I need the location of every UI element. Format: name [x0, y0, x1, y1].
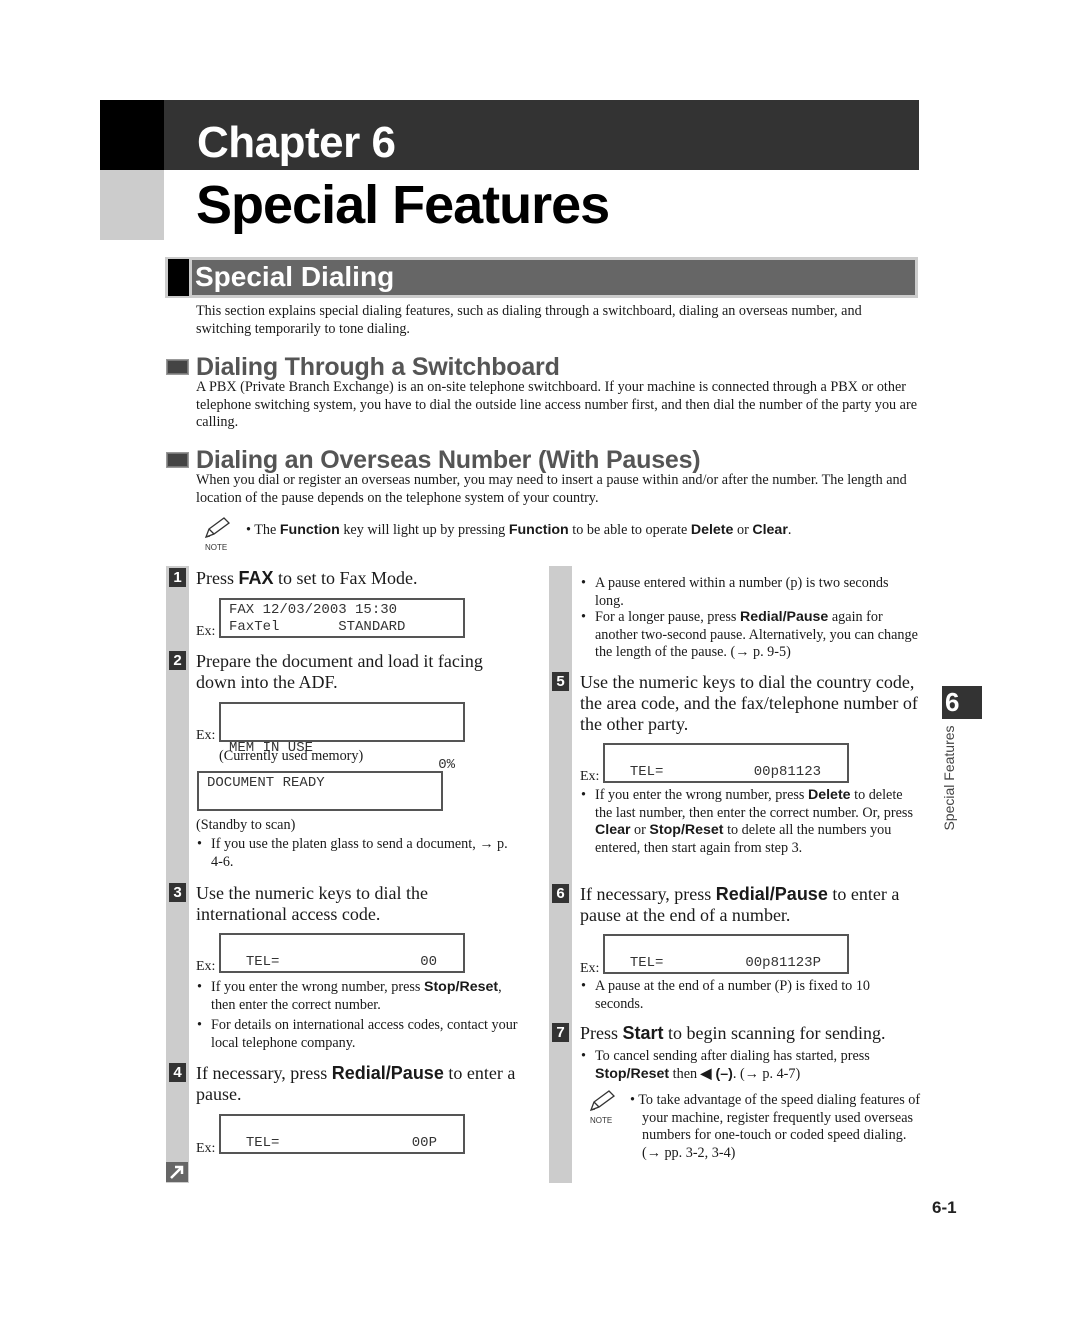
step-4-text: If necessary, press Redial/Pause to ente… [196, 1063, 516, 1104]
memory-caption: (Currently used memory) [219, 748, 364, 764]
section-intro: This section explains special dialing fe… [196, 303, 862, 337]
step-number: 6 [552, 884, 569, 903]
section-bar-marker [168, 259, 189, 296]
step-4-bullet: A pause entered within a number (p) is t… [581, 575, 915, 610]
steps-right-column-bar [549, 566, 572, 1183]
lcd-display: DOCUMENT READY [197, 771, 443, 811]
chapter-header-block [100, 100, 164, 170]
ex-label: Ex: [580, 961, 600, 976]
ex-label: Ex: [196, 728, 216, 743]
lcd-display: FAX 12/03/2003 15:30 FaxTel STANDARD [219, 598, 465, 638]
step-2-bullet: If you use the platen glass to send a do… [197, 836, 521, 871]
step-number: 4 [169, 1063, 186, 1082]
chapter-title: Special Features [196, 175, 610, 235]
step-5-bullet: If you enter the wrong number, press Del… [581, 787, 920, 857]
step-7-bullet: To cancel sending after dialing has star… [581, 1048, 915, 1083]
step-4-bullet: For a longer pause, press Redial/Pause a… [581, 609, 920, 662]
subheading-square-icon [166, 452, 189, 468]
switchboard-body: A PBX (Private Branch Exchange) is an on… [196, 379, 917, 430]
step-3-bullet: If you enter the wrong number, press Sto… [197, 979, 521, 1014]
step-3-bullet: For details on international access code… [197, 1017, 526, 1052]
chapter-title-block [100, 170, 164, 240]
ex-label: Ex: [196, 959, 216, 974]
step-number: 3 [169, 883, 186, 902]
lcd-display: MEM IN USE 0% [219, 702, 465, 773]
lcd-display: TEL= 00 [219, 933, 465, 973]
step-6-text: If necessary, press Redial/Pause to ente… [580, 884, 900, 925]
chapter-tab-label: Special Features [941, 725, 957, 831]
overseas-body: When you dial or register an overseas nu… [196, 472, 907, 506]
overseas-note: • The Function key will light up by pres… [246, 522, 792, 538]
note-label: NOTE [590, 1116, 613, 1125]
note-label: NOTE [205, 543, 228, 552]
step-1-text: Press FAX to set to Fax Mode. [196, 568, 418, 588]
ex-label: Ex: [580, 769, 600, 784]
step-3-text: Use the numeric keys to dial the interna… [196, 883, 428, 924]
subheading-square-icon [166, 359, 189, 375]
ex-label: Ex: [196, 1141, 216, 1156]
step-number: 2 [169, 651, 186, 670]
chapter-label: Chapter 6 [197, 118, 396, 167]
step-5-text: Use the numeric keys to dial the country… [580, 672, 918, 734]
step-2-text: Prepare the document and load it facing … [196, 651, 483, 692]
step-number: 5 [552, 672, 569, 691]
standby-caption: (Standby to scan) [196, 817, 296, 833]
step-7-note: • To take advantage of the speed dialing… [630, 1092, 921, 1161]
lcd-display: TEL= 00p81123P [603, 934, 849, 974]
lcd-display: TEL= 00p81123 [603, 743, 849, 783]
section-title: Special Dialing [195, 261, 395, 292]
step-number: 7 [552, 1023, 569, 1042]
lcd-display: TEL= 00P [219, 1114, 465, 1154]
subheading-switchboard: Dialing Through a Switchboard [196, 353, 560, 381]
continued-arrow-icon [166, 1162, 188, 1182]
step-number: 1 [169, 568, 186, 587]
step-7-text: Press Start to begin scanning for sendin… [580, 1023, 886, 1043]
ex-label: Ex: [196, 624, 216, 639]
step-6-bullet: A pause at the end of a number (P) is fi… [581, 978, 915, 1013]
page-number: 6-1 [932, 1198, 957, 1217]
subheading-overseas: Dialing an Overseas Number (With Pauses) [196, 446, 701, 474]
